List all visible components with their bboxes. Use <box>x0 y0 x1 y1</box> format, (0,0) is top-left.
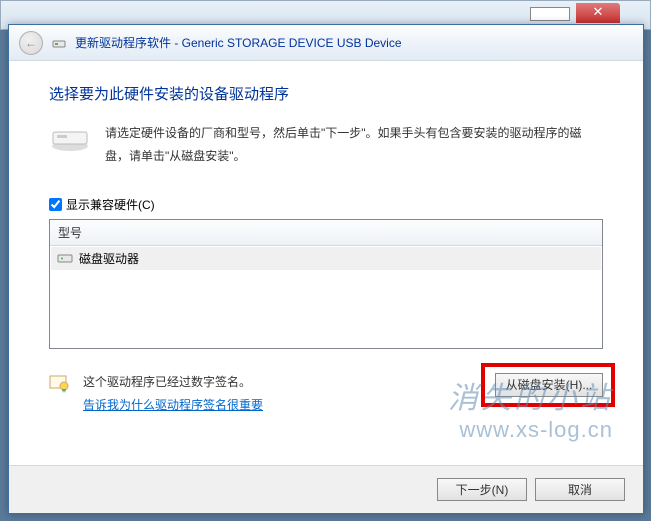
watermark-line2: www.xs-log.cn <box>448 417 613 443</box>
signature-row: 这个驱动程序已经过数字签名。 告诉我为什么驱动程序签名很重要 从磁盘安装(H).… <box>49 373 603 413</box>
signature-info-link[interactable]: 告诉我为什么驱动程序签名很重要 <box>83 396 263 413</box>
compat-checkbox[interactable] <box>49 198 62 211</box>
certificate-icon <box>49 375 71 393</box>
next-button[interactable]: 下一步(N) <box>437 478 527 501</box>
compat-checkbox-row[interactable]: 显示兼容硬件(C) <box>49 196 603 213</box>
cancel-button[interactable]: 取消 <box>535 478 625 501</box>
wizard-window: ← 更新驱动程序软件 - Generic STORAGE DEVICE USB … <box>8 24 644 514</box>
page-heading: 选择要为此硬件安装的设备驱动程序 <box>49 83 603 104</box>
compat-checkbox-label: 显示兼容硬件(C) <box>66 196 155 213</box>
device-title-icon <box>51 35 67 51</box>
signature-texts: 这个驱动程序已经过数字签名。 告诉我为什么驱动程序签名很重要 <box>83 373 263 413</box>
disk-drive-icon <box>57 250 73 266</box>
bg-maximize-icon <box>530 7 570 21</box>
signature-status-text: 这个驱动程序已经过数字签名。 <box>83 373 263 390</box>
wizard-footer: 下一步(N) 取消 <box>9 465 643 513</box>
list-item-label: 磁盘驱动器 <box>79 250 139 267</box>
content-area: 选择要为此硬件安装的设备驱动程序 请选定硬件设备的厂商和型号，然后单击"下一步"… <box>9 61 643 413</box>
instruction-row: 请选定硬件设备的厂商和型号，然后单击"下一步"。如果手头有包含要安装的驱动程序的… <box>49 122 603 168</box>
back-arrow-icon: ← <box>25 36 37 50</box>
have-disk-button[interactable]: 从磁盘安装(H)... <box>495 373 603 397</box>
list-header-model[interactable]: 型号 <box>50 220 602 246</box>
back-button[interactable]: ← <box>19 31 43 55</box>
list-item[interactable]: 磁盘驱动器 <box>51 247 601 270</box>
bg-close-button[interactable]: ✕ <box>576 3 620 23</box>
window-title: 更新驱动程序软件 - Generic STORAGE DEVICE USB De… <box>75 34 402 51</box>
titlebar: ← 更新驱动程序软件 - Generic STORAGE DEVICE USB … <box>9 25 643 61</box>
model-listbox[interactable]: 型号 磁盘驱动器 <box>49 219 603 349</box>
device-illustration-icon <box>49 124 91 154</box>
instruction-text: 请选定硬件设备的厂商和型号，然后单击"下一步"。如果手头有包含要安装的驱动程序的… <box>105 122 603 168</box>
